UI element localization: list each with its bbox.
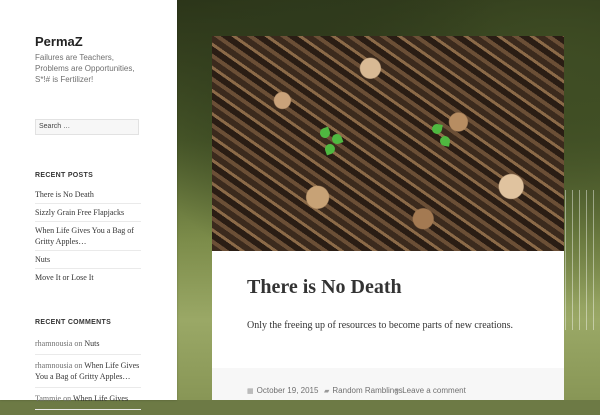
comment-item: Tammie on When Life Gives	[35, 393, 141, 410]
comment-on: on	[74, 339, 83, 348]
recent-post-link[interactable]: There is No Death	[35, 189, 141, 203]
background-fence	[565, 190, 600, 330]
comment-on: on	[63, 394, 72, 403]
sidebar: PermaZ Failures are Teachers, Problems a…	[0, 0, 177, 410]
recent-post-link[interactable]: Move It or Lose It	[35, 268, 141, 286]
comment-item: rhamnousia on Nuts	[35, 338, 141, 355]
post-comments: ● Leave a comment	[395, 386, 466, 395]
featured-image[interactable]	[212, 36, 564, 251]
recent-comments-list: rhamnousia on Nuts rhamnousia on When Li…	[35, 338, 141, 415]
search-input[interactable]: Search …	[35, 119, 139, 135]
recent-post-link[interactable]: Sizzly Grain Free Flapjacks	[35, 203, 141, 221]
post-date: ▦ October 19, 2015	[247, 386, 318, 395]
post-category: ▰ Random Ramblings	[324, 386, 403, 395]
post-meta-bar: ▦ October 19, 2015 ▰ Random Ramblings ● …	[212, 368, 564, 400]
seedling-leaf	[431, 123, 443, 135]
leave-comment-link[interactable]: Leave a comment	[402, 386, 466, 395]
post-date-link[interactable]: October 19, 2015	[257, 386, 319, 395]
calendar-icon: ▦	[247, 387, 254, 395]
recent-posts-list: There is No Death Sizzly Grain Free Flap…	[35, 189, 141, 286]
seedling-leaf	[439, 135, 451, 147]
comment-author: rhamnousia	[35, 361, 73, 370]
recent-post-link[interactable]: Nuts	[35, 250, 141, 268]
recent-post-link[interactable]: When Life Gives You a Bag of Gritty Appl…	[35, 221, 141, 250]
recent-posts-heading: RECENT POSTS	[35, 172, 94, 179]
comment-author: Tammie	[35, 394, 62, 403]
post-excerpt: Only the freeing up of resources to beco…	[247, 320, 514, 331]
seedling-leaf	[318, 126, 332, 140]
post-card: There is No Death Only the freeing up of…	[212, 36, 564, 400]
comment-author: rhamnousia	[35, 339, 73, 348]
speech-bubble-icon: ●	[395, 387, 400, 394]
seedling-leaf	[323, 142, 337, 156]
recent-comments-heading: RECENT COMMENTS	[35, 319, 112, 326]
site-title[interactable]: PermaZ	[35, 34, 83, 49]
folder-icon: ▰	[324, 387, 330, 395]
comment-on: on	[74, 361, 83, 370]
post-category-link[interactable]: Random Ramblings	[332, 386, 402, 395]
comment-post-link[interactable]: When Life Gives	[73, 394, 128, 403]
comment-item: rhamnousia on When Life Gives You a Bag …	[35, 360, 141, 388]
site-description: Failures are Teachers, Problems are Oppo…	[35, 53, 135, 84]
comment-post-link[interactable]: Nuts	[84, 339, 99, 348]
post-title[interactable]: There is No Death	[247, 276, 402, 299]
